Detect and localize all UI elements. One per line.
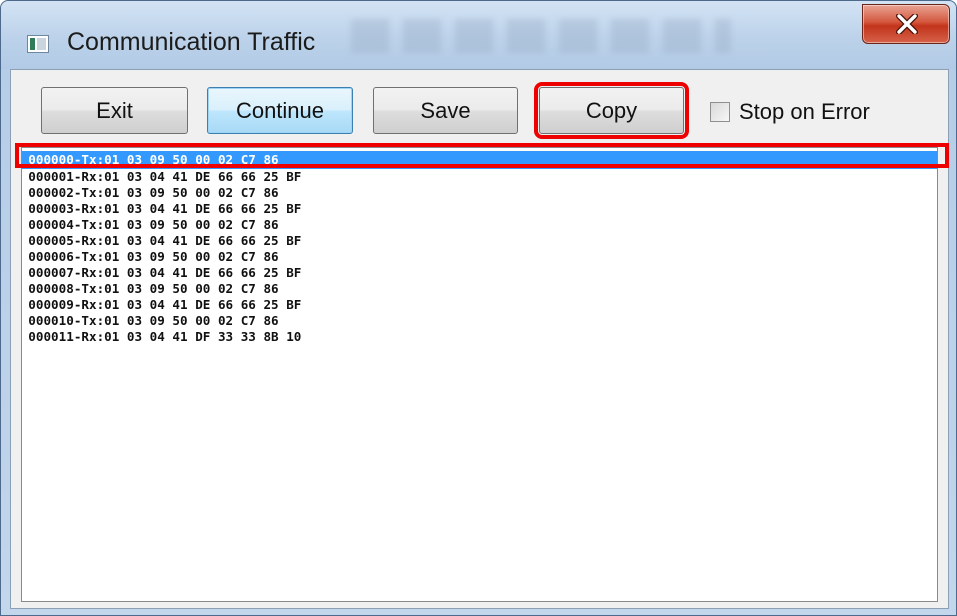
title-bar[interactable]: Communication Traffic — [1, 1, 956, 69]
log-line-selected[interactable]: 000000-Tx:01 03 09 50 00 02 C7 86 — [22, 151, 937, 169]
log-line[interactable]: 000002-Tx:01 03 09 50 00 02 C7 86 — [22, 185, 937, 201]
app-window-icon — [27, 35, 49, 53]
stop-on-error-checkbox-row[interactable]: Stop on Error — [710, 97, 870, 127]
log-line[interactable]: 000003-Rx:01 03 04 41 DE 66 66 25 BF — [22, 201, 937, 217]
traffic-log-list[interactable]: 000000-Tx:01 03 09 50 00 02 C7 86 000001… — [21, 147, 938, 602]
log-line[interactable]: 000010-Tx:01 03 09 50 00 02 C7 86 — [22, 313, 937, 329]
log-line[interactable]: 000001-Rx:01 03 04 41 DE 66 66 25 BF — [22, 169, 937, 185]
close-icon — [896, 14, 918, 34]
stop-on-error-checkbox[interactable] — [710, 102, 730, 122]
continue-button[interactable]: Continue — [207, 87, 353, 134]
window-title: Communication Traffic — [67, 28, 316, 56]
log-line[interactable]: 000009-Rx:01 03 04 41 DE 66 66 25 BF — [22, 297, 937, 313]
save-button[interactable]: Save — [373, 87, 518, 134]
copy-button[interactable]: Copy — [534, 82, 689, 139]
log-line[interactable]: 000006-Tx:01 03 09 50 00 02 C7 86 — [22, 249, 937, 265]
log-line[interactable]: 000007-Rx:01 03 04 41 DE 66 66 25 BF — [22, 265, 937, 281]
exit-button[interactable]: Exit — [41, 87, 188, 134]
stop-on-error-label: Stop on Error — [739, 99, 870, 124]
log-line[interactable]: 000004-Tx:01 03 09 50 00 02 C7 86 — [22, 217, 937, 233]
communication-traffic-window: Communication Traffic Exit Continue Save… — [0, 0, 957, 616]
close-button[interactable] — [862, 4, 950, 44]
log-line[interactable]: 000011-Rx:01 03 04 41 DF 33 33 8B 10 — [22, 329, 937, 345]
dialog-client-area: Exit Continue Save Copy Stop on Error 00… — [10, 69, 949, 609]
log-line[interactable]: 000008-Tx:01 03 09 50 00 02 C7 86 — [22, 281, 937, 297]
log-line[interactable]: 000005-Rx:01 03 04 41 DE 66 66 25 BF — [22, 233, 937, 249]
title-bar-glass-reflection — [351, 19, 731, 53]
